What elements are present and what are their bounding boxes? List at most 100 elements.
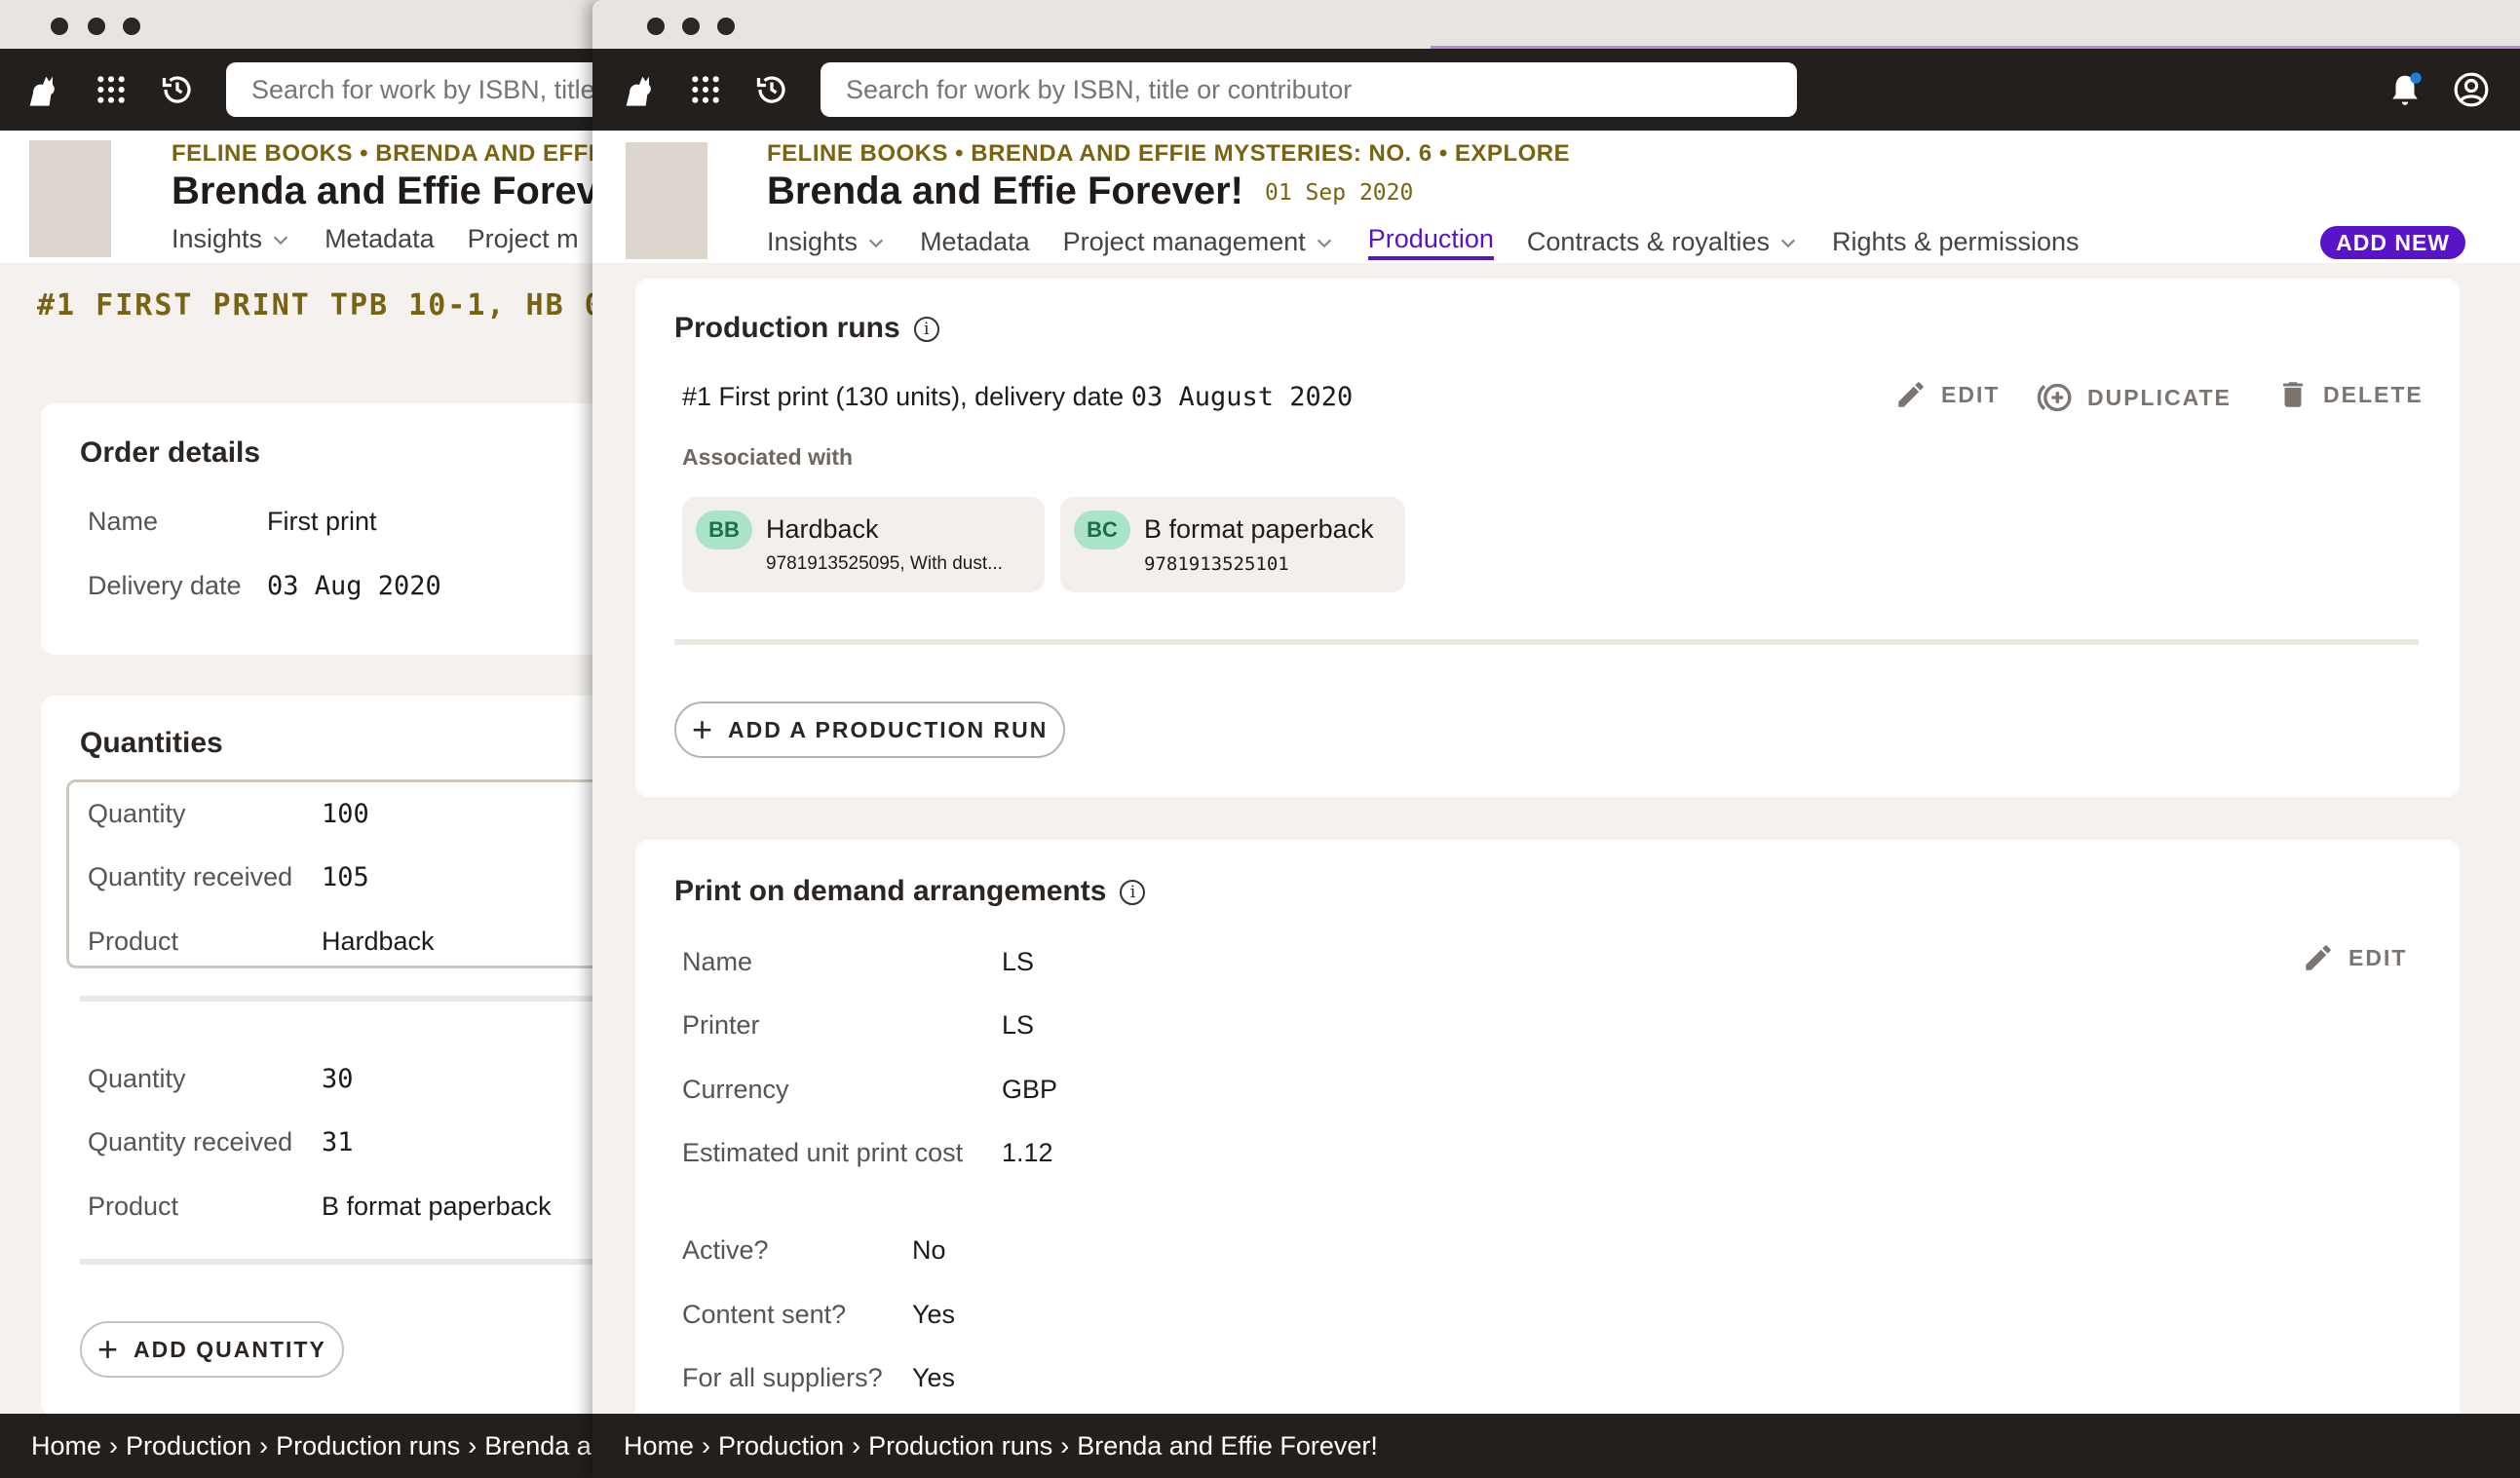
breadcrumb-separator: › bbox=[702, 1430, 711, 1460]
button-label: ADD A PRODUCTION RUN bbox=[728, 716, 1049, 742]
edit-run-button[interactable]: EDIT bbox=[1894, 378, 2000, 411]
cat-logo-icon[interactable] bbox=[620, 70, 659, 109]
book-cover-thumbnail[interactable] bbox=[29, 140, 111, 257]
field-value: LS bbox=[1002, 947, 1035, 976]
run-description: #1 First print (130 units), delivery dat… bbox=[682, 382, 1131, 411]
edit-pod-button[interactable]: EDIT bbox=[2302, 941, 2407, 974]
button-label: ADD QUANTITY bbox=[134, 1336, 326, 1362]
info-icon[interactable]: i bbox=[1120, 880, 1146, 906]
run-delivery-date: 03 August 2020 bbox=[1130, 382, 1354, 412]
production-run-heading: #1 FIRST PRINT TPB 10-1, HB 09-5 bbox=[37, 288, 604, 322]
add-quantity-button[interactable]: + ADD QUANTITY bbox=[80, 1321, 344, 1378]
order-details-card: Order details Name First print Delivery … bbox=[41, 403, 604, 655]
background-window: FELINE BOOKS • BRENDA AND EFFIE Brenda a… bbox=[0, 0, 604, 1478]
product-isbn: 9781913525095, With dust... bbox=[766, 553, 1003, 574]
window-close-dot[interactable] bbox=[51, 18, 68, 35]
tab-project-management[interactable]: Project management bbox=[1063, 224, 1335, 260]
field-value: 30 bbox=[322, 1064, 354, 1094]
production-run-summary: #1 First print (130 units), delivery dat… bbox=[682, 382, 1353, 412]
field-value: 1.12 bbox=[1002, 1138, 1053, 1167]
history-icon[interactable] bbox=[752, 70, 791, 109]
window-close-dot[interactable] bbox=[647, 18, 665, 35]
series-breadcrumb[interactable]: FELINE BOOKS • BRENDA AND EFFIE bbox=[172, 140, 604, 168]
field-label: Quantity bbox=[88, 799, 186, 828]
duplicate-run-button[interactable]: DUPLICATE bbox=[2035, 378, 2232, 417]
tab-metadata[interactable]: Metadata bbox=[325, 224, 435, 254]
breadcrumb-separator: › bbox=[468, 1430, 477, 1460]
field-value: 31 bbox=[322, 1127, 354, 1157]
search-input[interactable] bbox=[251, 74, 604, 105]
field-label: Currency bbox=[682, 1075, 789, 1104]
window-minimize-dot[interactable] bbox=[88, 18, 105, 35]
add-new-button[interactable]: ADD NEW bbox=[2320, 226, 2465, 259]
field-label: Printer bbox=[682, 1010, 760, 1040]
duplicate-plus-circle-icon bbox=[2037, 383, 2072, 412]
add-production-run-button[interactable]: + ADD A PRODUCTION RUN bbox=[674, 701, 1066, 758]
breadcrumb: Home › Production › Production runs › Brend… bbox=[0, 1414, 604, 1478]
delete-run-button[interactable]: DELETE bbox=[2276, 378, 2424, 411]
breadcrumb: Home › Production › Production runs › Brend… bbox=[592, 1414, 2520, 1478]
tab-rights-permissions[interactable]: Rights & permissions bbox=[1832, 224, 2080, 260]
field-label: Delivery date bbox=[88, 571, 242, 600]
field-value: B format paperback bbox=[322, 1192, 552, 1221]
notifications-bell-icon[interactable] bbox=[2386, 70, 2425, 109]
tab-production[interactable]: Production bbox=[1367, 224, 1494, 260]
field-label: Product bbox=[88, 927, 179, 956]
history-icon[interactable] bbox=[158, 70, 197, 109]
field-label: Name bbox=[682, 947, 753, 976]
search-box[interactable] bbox=[821, 62, 1797, 117]
field-value: No bbox=[912, 1235, 946, 1265]
window-zoom-dot[interactable] bbox=[123, 18, 140, 35]
tab-metadata[interactable]: Metadata bbox=[920, 224, 1030, 260]
chevron-down-icon bbox=[1780, 238, 1796, 247]
breadcrumb-separator: › bbox=[1060, 1430, 1070, 1460]
field-value: GBP bbox=[1002, 1075, 1058, 1104]
breadcrumb-home[interactable]: Home bbox=[31, 1431, 101, 1461]
field-value: 100 bbox=[322, 799, 369, 829]
format-badge: BC bbox=[1074, 511, 1130, 550]
tab-bar: Insights Metadata Project management Pro… bbox=[767, 224, 2113, 260]
field-value: First print bbox=[267, 507, 377, 536]
product-chip-hardback[interactable]: BB Hardback 9781913525095, With dust... bbox=[682, 497, 1045, 592]
field-label: Content sent? bbox=[682, 1300, 847, 1329]
window-titlebar bbox=[0, 0, 604, 49]
field-value: 03 Aug 2020 bbox=[267, 571, 441, 601]
product-isbn: 9781913525101 bbox=[1144, 553, 1289, 575]
book-cover-thumbnail[interactable] bbox=[626, 142, 707, 259]
window-minimize-dot[interactable] bbox=[682, 18, 700, 35]
breadcrumb-production-runs[interactable]: Production runs bbox=[276, 1431, 460, 1461]
series-breadcrumb[interactable]: FELINE BOOKS • BRENDA AND EFFIE MYSTERIE… bbox=[767, 140, 1570, 168]
breadcrumb-current: Brenda a bbox=[484, 1430, 592, 1460]
foreground-window: FELINE BOOKS • BRENDA AND EFFIE MYSTERIE… bbox=[592, 0, 2520, 1478]
tab-bar: Insights Metadata Project m bbox=[172, 224, 604, 254]
tab-project-management[interactable]: Project m bbox=[468, 224, 579, 254]
tab-insights[interactable]: Insights bbox=[767, 224, 887, 260]
book-header: FELINE BOOKS • BRENDA AND EFFIE Brenda a… bbox=[0, 131, 604, 263]
window-zoom-dot[interactable] bbox=[717, 18, 735, 35]
field-label: Quantity received bbox=[88, 862, 293, 891]
tab-insights[interactable]: Insights bbox=[172, 224, 291, 254]
apps-grid-icon[interactable] bbox=[686, 70, 725, 109]
breadcrumb-home[interactable]: Home bbox=[624, 1431, 694, 1461]
field-label: Active? bbox=[682, 1235, 769, 1265]
tab-contracts-royalties[interactable]: Contracts & royalties bbox=[1527, 224, 1799, 260]
button-label: DUPLICATE bbox=[2087, 384, 2232, 410]
account-circle-icon[interactable] bbox=[2452, 70, 2491, 109]
breadcrumb-separator: › bbox=[259, 1430, 269, 1460]
search-box[interactable] bbox=[226, 62, 604, 117]
product-name: Hardback bbox=[766, 514, 879, 544]
plus-icon: + bbox=[97, 1329, 121, 1369]
apps-grid-icon[interactable] bbox=[92, 70, 131, 109]
breadcrumb-production-runs[interactable]: Production runs bbox=[868, 1431, 1052, 1461]
breadcrumb-production[interactable]: Production bbox=[718, 1431, 844, 1461]
search-input[interactable] bbox=[846, 74, 1772, 105]
cat-logo-icon[interactable] bbox=[23, 70, 62, 109]
chevron-down-icon bbox=[1317, 238, 1331, 247]
field-label: For all suppliers? bbox=[682, 1363, 883, 1392]
button-label: EDIT bbox=[1941, 381, 2001, 407]
product-chip-b-format-paperback[interactable]: BC B format paperback 9781913525101 bbox=[1060, 497, 1405, 592]
divider bbox=[80, 1259, 604, 1265]
breadcrumb-production[interactable]: Production bbox=[126, 1431, 251, 1461]
field-label: Quantity received bbox=[88, 1127, 293, 1156]
info-icon[interactable]: i bbox=[913, 317, 939, 343]
